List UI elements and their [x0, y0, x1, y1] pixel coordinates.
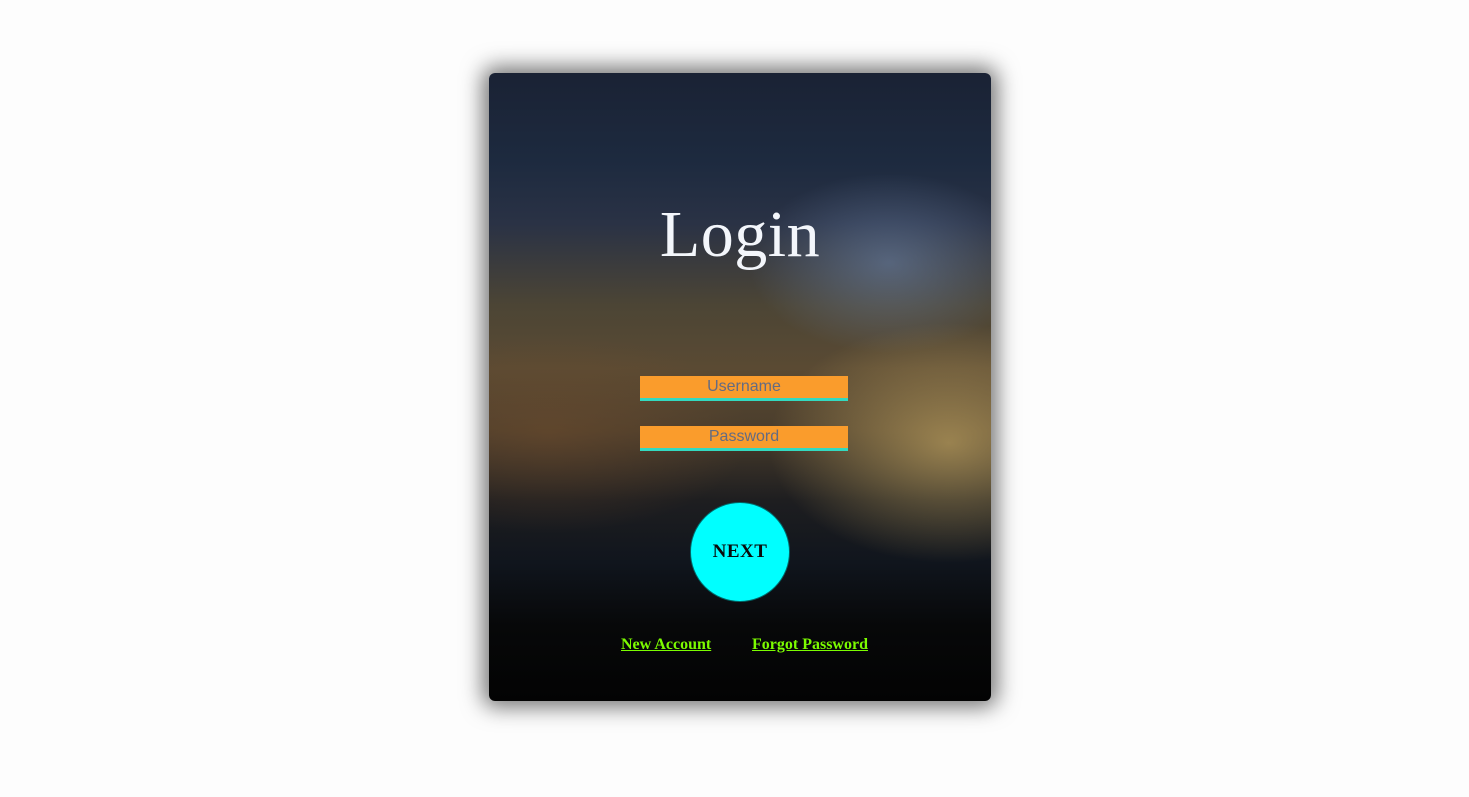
login-title: Login [659, 198, 821, 271]
password-input[interactable] [640, 426, 848, 451]
forgot-password-link[interactable]: Forgot Password [752, 636, 868, 654]
login-card: Login NEXT New Account Forgot Password [489, 73, 991, 701]
next-button[interactable]: NEXT [690, 502, 790, 602]
new-account-link[interactable]: New Account [621, 636, 711, 654]
username-input[interactable] [640, 376, 848, 401]
